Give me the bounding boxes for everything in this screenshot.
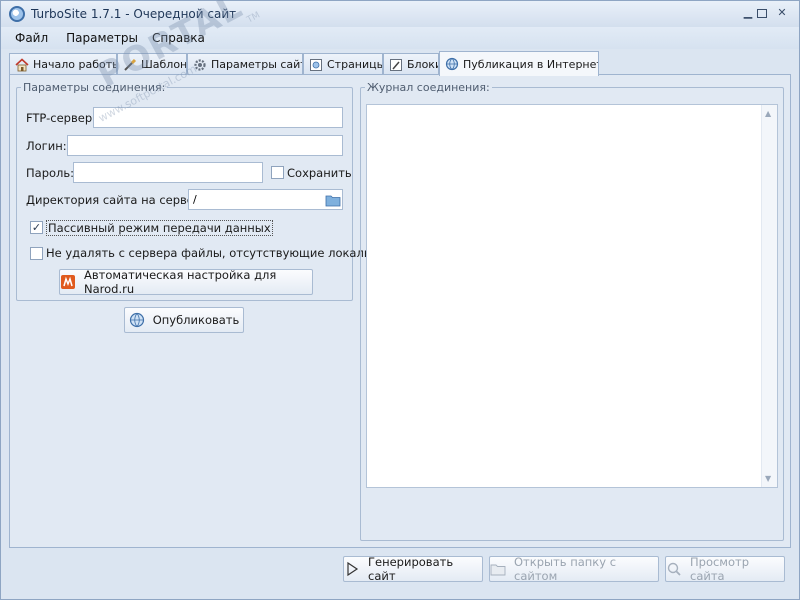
- publish-panel: Параметры соединения: FTP-сервер: Логин:…: [9, 74, 791, 548]
- passive-mode-checkbox[interactable]: ✓: [30, 221, 43, 234]
- menu-parameters[interactable]: Параметры: [66, 31, 138, 45]
- generate-site-label: Генерировать сайт: [368, 555, 454, 583]
- password-input[interactable]: [73, 162, 263, 183]
- generate-site-button[interactable]: Генерировать сайт: [343, 555, 483, 583]
- minimize-icon[interactable]: ▁: [741, 7, 755, 19]
- tab-pages[interactable]: Страницы: [303, 53, 383, 75]
- connection-log-legend: Журнал соединения:: [367, 81, 490, 94]
- browse-folder-button[interactable]: [324, 189, 343, 210]
- open-site-folder-button[interactable]: Открыть папку с сайтом: [489, 555, 659, 583]
- preview-site-button[interactable]: Просмотр сайта: [665, 555, 785, 583]
- tab-label: Публикация в Интернете: [463, 57, 599, 71]
- connection-log-textarea[interactable]: ▲ ▼: [366, 104, 778, 488]
- pencil-icon: [390, 58, 402, 71]
- menu-help[interactable]: Справка: [152, 31, 205, 45]
- magnifier-icon: [667, 562, 681, 576]
- passive-mode-label: Пассивный режим передачи данных: [46, 220, 273, 236]
- login-label: Логин:: [26, 139, 67, 153]
- scroll-up-icon[interactable]: ▲: [765, 109, 771, 118]
- log-scrollbar[interactable]: ▲ ▼: [761, 105, 777, 487]
- tab-label: Начало работы: [33, 58, 117, 71]
- app-window: TurboSite 1.7.1 - Очередной сайт ▁ ✕ Фай…: [0, 0, 800, 600]
- close-icon[interactable]: ✕: [775, 7, 789, 19]
- tab-strip: Начало работы Шаблон Параметры сайта Стр…: [9, 51, 791, 76]
- menu-bar: Файл Параметры Справка: [1, 27, 799, 49]
- save-password-checkbox[interactable]: [271, 166, 284, 179]
- tab-site-params[interactable]: Параметры сайта: [187, 53, 303, 75]
- tab-blocks[interactable]: Блоки: [383, 53, 439, 75]
- preview-site-label: Просмотр сайта: [690, 555, 750, 583]
- tab-label: Шаблон: [141, 58, 187, 71]
- connection-params-group: Параметры соединения: FTP-сервер: Логин:…: [16, 81, 385, 301]
- folder-icon: [325, 195, 341, 207]
- publish-label: Опубликовать: [152, 313, 240, 327]
- no-delete-checkbox[interactable]: [30, 247, 43, 260]
- narod-icon: [61, 275, 75, 289]
- globe-icon: [129, 312, 144, 328]
- login-input[interactable]: [67, 135, 343, 156]
- tab-template[interactable]: Шаблон: [117, 53, 187, 75]
- site-directory-input[interactable]: [188, 189, 324, 210]
- no-delete-label: Не удалять с сервера файлы, отсутствующи…: [46, 246, 386, 260]
- scroll-down-icon[interactable]: ▼: [765, 474, 771, 483]
- narod-autoconfig-label: Автоматическая настройка для Narod.ru: [84, 268, 277, 296]
- brush-icon: [124, 58, 137, 71]
- publish-button[interactable]: Опубликовать: [124, 307, 244, 333]
- pages-icon: [310, 58, 322, 71]
- password-label: Пароль:: [26, 166, 75, 180]
- home-icon: [15, 57, 29, 71]
- connection-log-group: Журнал соединения: ▲ ▼: [360, 81, 784, 541]
- globe-icon: [445, 57, 459, 71]
- site-directory-label: Директория сайта на сервере:: [26, 193, 213, 207]
- save-password-label: Сохранить: [287, 166, 352, 180]
- ftp-server-label: FTP-сервер:: [26, 111, 96, 125]
- title-bar: TurboSite 1.7.1 - Очередной сайт ▁ ✕: [1, 1, 799, 27]
- tab-label: Страницы: [327, 58, 383, 71]
- tab-publish[interactable]: Публикация в Интернете: [439, 51, 599, 76]
- tab-start[interactable]: Начало работы: [9, 53, 117, 75]
- menu-file[interactable]: Файл: [15, 31, 48, 45]
- narod-autoconfig-button[interactable]: Автоматическая настройка для Narod.ru: [59, 268, 313, 296]
- open-site-folder-label: Открыть папку с сайтом: [514, 555, 617, 583]
- ftp-server-input[interactable]: [93, 107, 343, 128]
- gear-icon: [194, 58, 206, 71]
- turbosite-logo-icon: [9, 6, 25, 22]
- window-title: TurboSite 1.7.1 - Очередной сайт: [31, 7, 237, 21]
- folder-icon: [490, 564, 506, 576]
- play-icon: [347, 561, 359, 577]
- maximize-icon[interactable]: [757, 9, 767, 18]
- connection-params-legend: Параметры соединения:: [23, 81, 166, 94]
- tab-label: Параметры сайта: [211, 58, 302, 71]
- tab-label: Блоки: [407, 58, 439, 71]
